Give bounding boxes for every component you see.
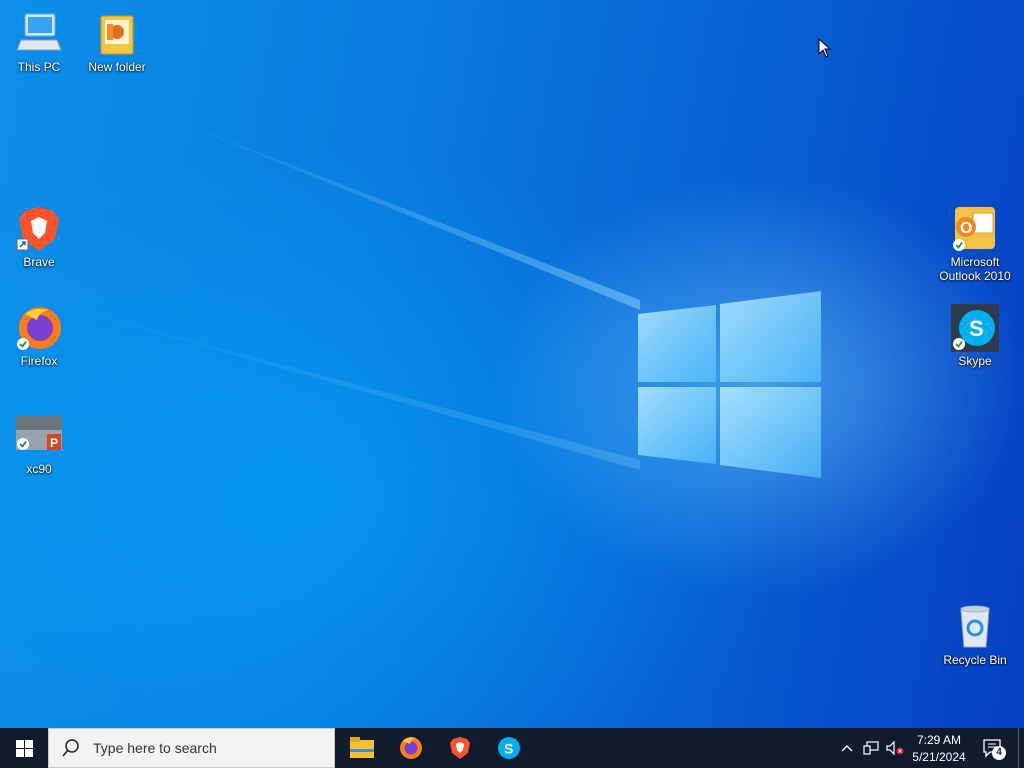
desktop-icon-label: xc90 — [26, 462, 52, 476]
brave-icon — [15, 205, 63, 253]
desktop-icon-this-pc[interactable]: This PC — [0, 10, 78, 74]
firefox-icon — [15, 304, 63, 352]
desktop[interactable]: This PC New folder Brave Firefox P xc90 … — [0, 0, 1024, 728]
clock-date: 5/21/2024 — [912, 749, 966, 764]
notification-count-badge: 4 — [992, 746, 1006, 760]
firefox-icon — [400, 737, 422, 759]
mouse-cursor-icon — [818, 38, 832, 58]
desktop-icon-recycle-bin[interactable]: Recycle Bin — [936, 603, 1014, 667]
desktop-icon-label: Firefox — [20, 354, 58, 368]
desktop-icon-firefox[interactable]: Firefox — [0, 304, 78, 368]
outlook-icon: O — [951, 205, 999, 253]
taskbar-file-explorer[interactable] — [338, 728, 386, 768]
volume-muted-icon — [886, 741, 904, 755]
svg-text:P: P — [50, 436, 58, 450]
desktop-icon-label: This PC — [17, 60, 61, 74]
volume-button[interactable] — [884, 728, 906, 768]
show-desktop-button[interactable] — [1018, 728, 1024, 768]
search-icon — [62, 739, 79, 757]
taskbar-firefox[interactable] — [387, 728, 435, 768]
desktop-icon-brave[interactable]: Brave — [0, 205, 78, 269]
taskbar-search-box[interactable]: Type here to search — [48, 728, 335, 768]
windows-start-icon — [15, 739, 33, 757]
file-explorer-icon — [350, 737, 374, 758]
search-placeholder: Type here to search — [93, 740, 217, 756]
desktop-icon-xc90[interactable]: P xc90 — [0, 412, 78, 476]
windows-logo-wallpaper — [40, 110, 821, 478]
svg-text:O: O — [960, 220, 972, 237]
recycle-bin-icon — [951, 603, 999, 651]
clock[interactable]: 7:29 AM 5/21/2024 — [908, 728, 970, 768]
action-center-button[interactable]: 4 — [976, 728, 1012, 768]
skype-icon: S — [951, 304, 999, 352]
brave-icon — [450, 737, 470, 759]
folder-icon — [93, 10, 141, 58]
this-pc-icon — [15, 10, 63, 58]
desktop-icon-label: New folder — [88, 60, 146, 74]
start-button[interactable] — [0, 728, 48, 768]
taskbar-skype[interactable]: S — [485, 728, 533, 768]
desktop-icon-label: Skype — [958, 354, 992, 368]
chevron-up-icon — [841, 745, 853, 752]
clock-time: 7:29 AM — [916, 732, 962, 747]
desktop-icon-outlook[interactable]: O Microsoft Outlook 2010 — [936, 205, 1014, 283]
desktop-icon-skype[interactable]: S Skype — [936, 304, 1014, 368]
network-button[interactable] — [860, 728, 882, 768]
network-icon — [863, 741, 879, 755]
taskbar-brave[interactable] — [436, 728, 484, 768]
taskbar: Type here to search S 7:29 AM 5/21/2024 … — [0, 728, 1024, 768]
desktop-icon-label: Brave — [23, 255, 55, 269]
desktop-icon-label: Recycle Bin — [943, 653, 1007, 667]
desktop-icon-new-folder[interactable]: New folder — [78, 10, 156, 74]
show-hidden-icons-button[interactable] — [836, 728, 858, 768]
skype-icon: S — [498, 737, 520, 759]
desktop-icon-label: Microsoft Outlook 2010 — [939, 255, 1011, 283]
powerpoint-file-icon: P — [15, 412, 63, 460]
svg-text:S: S — [504, 741, 513, 757]
svg-text:S: S — [969, 316, 984, 341]
